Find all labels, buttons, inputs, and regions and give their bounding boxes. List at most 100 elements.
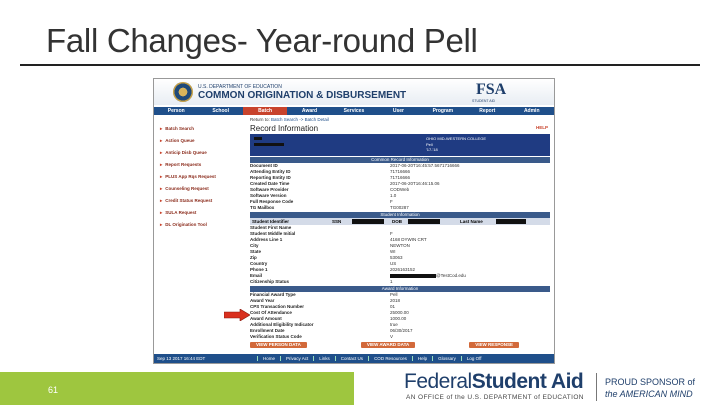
- table-row: Citizenship Status 1: [250, 279, 550, 285]
- record-panel: Return to: Batch Search -> Batch Detail …: [250, 117, 550, 348]
- nav-tab-user[interactable]: User: [376, 107, 420, 115]
- sidebar-item-label: Action Queue: [165, 138, 195, 143]
- table-row: Verification Status Code V: [250, 334, 550, 340]
- footer-link[interactable]: Home: [257, 356, 280, 361]
- redacted-block: [408, 219, 440, 224]
- brand-tagline: AN OFFICE of the U.S. DEPARTMENT of EDUC…: [406, 394, 584, 401]
- sidebar-item[interactable]: ▸ Report Requests: [160, 159, 246, 171]
- field-value: @TestCod.edu: [390, 273, 466, 279]
- dob-label: DOB: [392, 219, 402, 224]
- redacted-block: [254, 143, 284, 146]
- banner-line: '17-'18: [426, 147, 438, 152]
- ssn-label: SSN: [332, 219, 342, 224]
- nav-tab-school[interactable]: School: [198, 107, 242, 115]
- action-buttons: VIEW PERSON DATA VIEW AWARD DATA VIEW RESP…: [250, 342, 550, 348]
- bullet-icon: ▸: [160, 162, 163, 167]
- banner-line: OHIO MID-WESTERN COLLEGE: [426, 136, 487, 141]
- cod-screenshot: U.S. DEPARTMENT OF EDUCATION COMMON ORIG…: [153, 78, 555, 364]
- fsa-brand-logo: FederalStudent Aid: [404, 370, 584, 394]
- bullet-icon: ▸: [160, 150, 163, 155]
- nav-tab-report[interactable]: Report: [465, 107, 509, 115]
- view-button[interactable]: VIEW AWARD DATA: [360, 342, 416, 348]
- footer-link[interactable]: COD Resources: [368, 356, 412, 361]
- nav-tab-services[interactable]: Services: [332, 107, 376, 115]
- footer-link[interactable]: Contact Us: [334, 356, 368, 361]
- field-value: 06/30/2017: [390, 328, 413, 333]
- page-heading: Record Information: [250, 124, 319, 133]
- footer-link[interactable]: Help: [411, 356, 432, 361]
- brand-part1: Federal: [404, 370, 472, 393]
- bullet-icon: ▸: [160, 126, 163, 131]
- student-rows: Student First Name Student Middle Initial…: [250, 225, 550, 285]
- redacted-block: [254, 137, 262, 140]
- bullet-icon: ▸: [160, 210, 163, 215]
- footer-link[interactable]: Privacy Act: [280, 356, 313, 361]
- footer-link[interactable]: Glossary: [432, 356, 461, 361]
- nav-tab-batch[interactable]: Batch: [242, 107, 288, 115]
- footer-link[interactable]: Links: [313, 356, 335, 361]
- sidebar-item[interactable]: ▸ DL Origination Tool: [160, 219, 246, 231]
- cod-footer: Sep 13 2017 16:44 EDT Home Privacy Act Lin…: [154, 354, 554, 363]
- slide-number: 61: [48, 385, 59, 395]
- brand-divider: [596, 373, 597, 401]
- student-identifier-label: Student Identifier: [252, 219, 289, 224]
- award-rows: Financial Award Type Pell Award Year 2018 CP…: [250, 292, 550, 340]
- return-to: Return to: Batch Search -> Batch Detail: [250, 117, 550, 124]
- sidebar-item-label: SULA Request: [165, 210, 197, 215]
- nav-tab-program[interactable]: Program: [421, 107, 465, 115]
- sidebar-item[interactable]: ▸ PLUS App Rqs Request: [160, 171, 246, 183]
- sidebar-item-label: PLUS App Rqs Request: [165, 174, 216, 179]
- sidebar-item[interactable]: ▸ Batch Search: [160, 123, 246, 135]
- bullet-icon: ▸: [160, 198, 163, 203]
- ed-seal-icon: [173, 82, 193, 102]
- student-id-header: Student Identifier SSN DOB Last Name: [250, 218, 550, 225]
- return-link[interactable]: Batch Search -> Batch Detail: [271, 117, 329, 122]
- fsa-logo-sub: STUDENT AID: [472, 99, 496, 103]
- nav-tab-admin[interactable]: Admin: [510, 107, 554, 115]
- cod-header: U.S. DEPARTMENT OF EDUCATION COMMON ORIG…: [154, 79, 554, 105]
- sidebar-item[interactable]: ▸ Credit Status Request: [160, 195, 246, 207]
- nav-tab-award[interactable]: Award: [287, 107, 331, 115]
- bullet-icon: ▸: [160, 138, 163, 143]
- banner-right: OHIO MID-WESTERN COLLEGE Pell '17-'18: [426, 136, 486, 153]
- sidebar-item-label: DL Origination Tool: [165, 222, 207, 227]
- help-link[interactable]: HELP: [536, 125, 548, 130]
- sidebar-item-label: Batch Search: [165, 126, 195, 131]
- footer-link[interactable]: Log Off: [460, 356, 487, 361]
- redacted-block: [496, 219, 526, 224]
- sidebar-item[interactable]: ▸ SULA Request: [160, 207, 246, 219]
- sidebar-item-label: Anticip Disb Queue: [165, 150, 207, 155]
- view-button[interactable]: VIEW RESPONSE: [469, 342, 520, 348]
- last-name-label: Last Name: [460, 219, 483, 224]
- nav-tab-person[interactable]: Person: [154, 107, 198, 115]
- sponsor-line1: PROUD SPONSOR of: [605, 377, 696, 387]
- bullet-icon: ▸: [160, 222, 163, 227]
- sidebar-item-label: Counseling Request: [165, 186, 209, 191]
- title-underline: [20, 64, 700, 66]
- sidebar-item[interactable]: ▸ Action Queue: [160, 135, 246, 147]
- sidebar-item[interactable]: ▸ Counseling Request: [160, 183, 246, 195]
- banner-left: [254, 136, 284, 147]
- sidebar: ▸ Batch Search ▸ Action Queue ▸ Anticip Disb …: [160, 123, 246, 231]
- sidebar-item-label: Credit Status Request: [165, 198, 213, 203]
- sidebar-item[interactable]: ▸ Anticip Disb Queue: [160, 147, 246, 159]
- return-prefix: Return to:: [250, 117, 270, 122]
- field-label: Citizenship Status: [250, 279, 290, 284]
- arrow-icon: [224, 309, 250, 321]
- field-label: TG Mailbox: [250, 205, 275, 210]
- app-title: COMMON ORIGINATION & DISBURSEMENT: [198, 90, 407, 101]
- table-row: TG Mailbox TG00287: [250, 205, 550, 211]
- record-banner: OHIO MID-WESTERN COLLEGE Pell '17-'18: [250, 134, 550, 156]
- redacted-block: [390, 273, 436, 278]
- bullet-icon: ▸: [160, 174, 163, 179]
- slide-title: Fall Changes- Year-round Pell: [46, 22, 478, 59]
- field-value: 1: [390, 279, 393, 284]
- redacted-block: [352, 219, 384, 224]
- field-value: V: [390, 334, 394, 339]
- view-button[interactable]: VIEW PERSON DATA: [250, 342, 307, 348]
- field-value: TG00287: [390, 205, 409, 210]
- brand-part2: Student Aid: [471, 370, 584, 393]
- sidebar-item-label: Report Requests: [165, 162, 202, 167]
- footer-timestamp: Sep 13 2017 16:44 EDT: [157, 356, 206, 361]
- common-rows: Document ID 2017-06-20T16:45:57.567171666…: [250, 163, 550, 211]
